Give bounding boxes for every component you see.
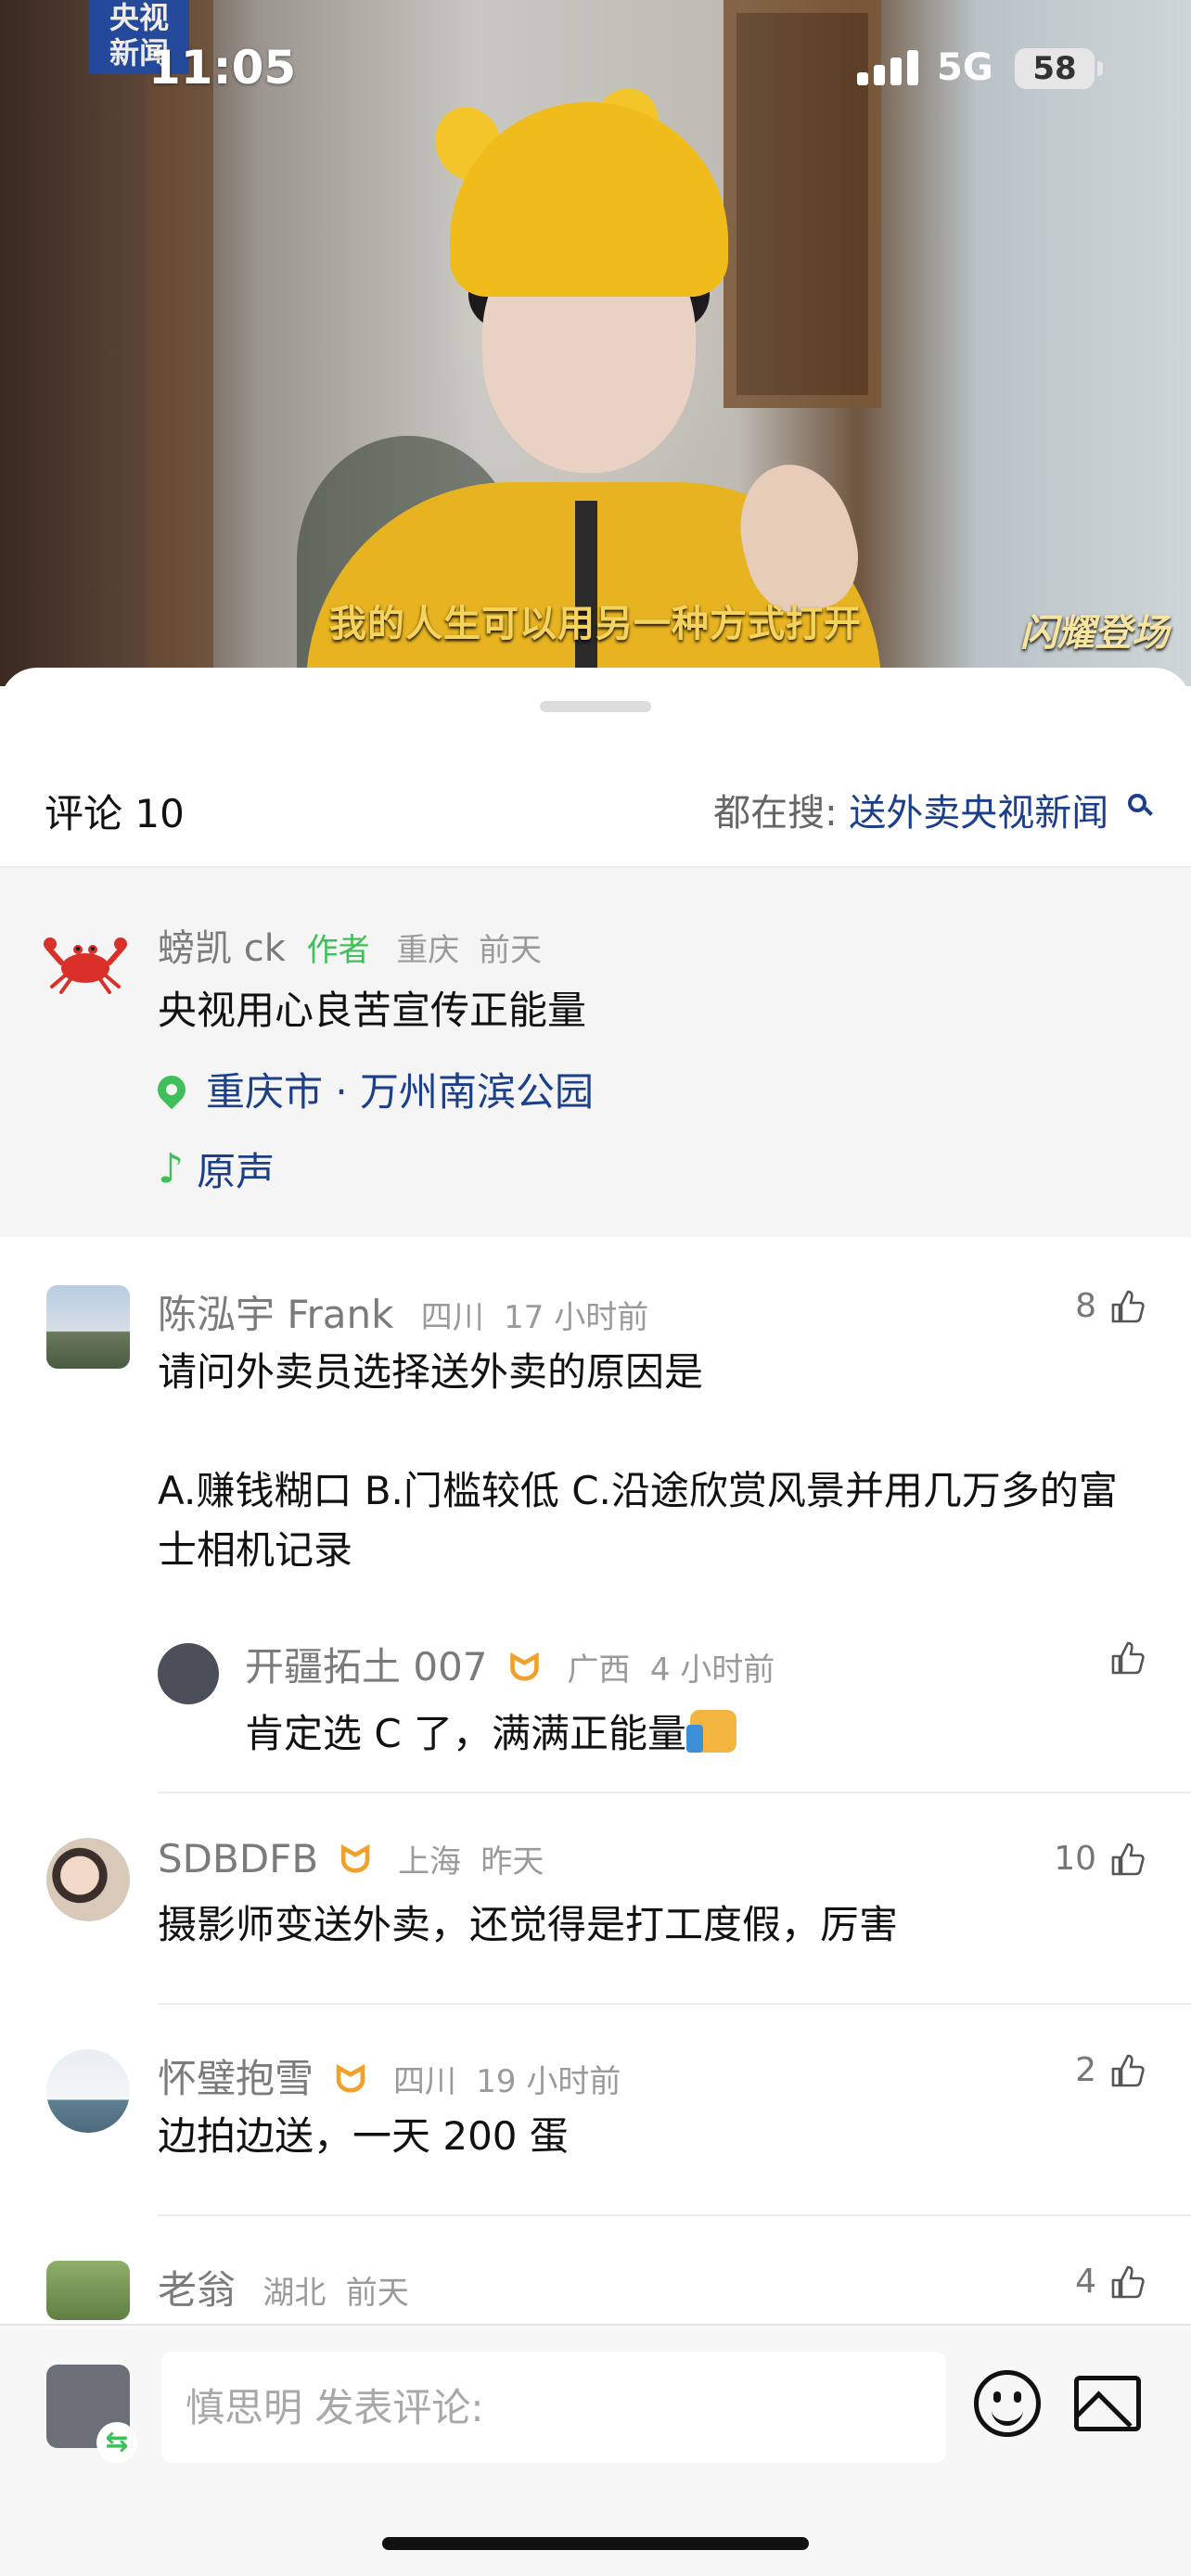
comment-text: 边拍边送，一天 200 蛋 [158, 2113, 569, 2159]
author-meta: 螃凯 ck 作者 重庆 前天 [158, 918, 542, 972]
like-count: 8 [1075, 1287, 1096, 1325]
location-pin-icon [151, 1069, 192, 1109]
reply-region: 广西 [567, 1651, 631, 1689]
commenter-name[interactable]: 陈泓宇 Frank [158, 1292, 393, 1337]
music-link[interactable]: ♪ 原声 [158, 1141, 275, 1197]
cellular-signal-icon [857, 48, 922, 85]
comments-sheet: 评论 10 都在搜: 送外卖央视新闻 螃凯 ck 作者 重庆 前天 央视用心良苦… [0, 668, 1191, 2576]
crab-avatar[interactable] [43, 916, 128, 1001]
author-text: 央视用心良苦宣传正能量 [158, 988, 587, 1033]
author-badge: 作者 [306, 932, 370, 969]
comment-time: 前天 [345, 2275, 409, 2312]
location-link[interactable]: 重庆市 · 万州南滨公园 [151, 1061, 595, 1117]
thumbs-up-icon [1111, 1290, 1145, 1322]
image-icon[interactable] [1074, 2376, 1141, 2431]
video-player[interactable]: 央视 新闻 我的人生可以用另一种方式打开 闪耀登场 11:05 5G 58 [0, 0, 1191, 686]
author-time: 前天 [479, 932, 543, 969]
comment-time: 昨天 [480, 1843, 544, 1881]
vip-badge-icon: ᗢ [335, 2059, 366, 2101]
vip-badge-icon: ᗢ [339, 1839, 371, 1881]
thumbs-up-icon [1111, 1641, 1145, 1675]
avatar[interactable] [46, 1838, 130, 1921]
comment-meta: 怀璧抱雪 ᗢ 四川 19 小时前 [158, 2047, 621, 2104]
thumbs-up-icon [1111, 1843, 1145, 1875]
thumbs-up-emoji-icon [686, 1710, 737, 1753]
like-button[interactable]: 8 [1075, 1287, 1146, 1325]
comment-input[interactable] [161, 2352, 946, 2463]
location-label: 重庆市 · 万州南滨公园 [206, 1069, 595, 1115]
program-logo: 闪耀登场 [1020, 612, 1169, 655]
emoji-icon[interactable] [974, 2370, 1041, 2437]
sheet-drag-handle[interactable] [540, 701, 651, 712]
reply-text: 肯定选 C 了，满满正能量 [245, 1711, 687, 1756]
home-indicator[interactable] [382, 2537, 809, 2550]
like-count: 10 [1054, 1840, 1096, 1878]
comment-region: 四川 [392, 2063, 456, 2100]
avatar[interactable] [46, 2261, 130, 2320]
author-region: 重庆 [396, 932, 460, 969]
thumbs-up-icon [1111, 2265, 1145, 2298]
battery-icon: 58 [1015, 48, 1103, 89]
like-button[interactable]: 10 [1054, 1840, 1146, 1878]
like-count: 4 [1075, 2263, 1096, 2301]
avatar[interactable] [46, 1285, 130, 1369]
comment-region: 四川 [420, 1299, 484, 1336]
divider [158, 2214, 1191, 2216]
comment-text-options: A.赚钱糊口 B.门槛较低 C.沿途欣赏风景并用几万多的富士相机记录 [158, 1468, 1118, 1573]
reply-text-row: 肯定选 C 了，满满正能量 [245, 1702, 737, 1759]
avatar[interactable] [46, 2049, 130, 2133]
switch-account-icon[interactable]: ⇆ [96, 2422, 137, 2463]
search-icon[interactable] [1128, 794, 1146, 812]
network-type: 5G [937, 46, 993, 89]
video-background [148, 0, 213, 686]
video-subtitle: 我的人生可以用另一种方式打开 [329, 603, 862, 645]
reply-avatar[interactable] [158, 1643, 219, 1704]
comment-region: 湖北 [263, 2275, 327, 2312]
status-time: 11:05 [148, 41, 297, 95]
commenter-name[interactable]: 老翁 [158, 2267, 236, 2313]
like-button[interactable]: 4 [1075, 2263, 1146, 2301]
commenter-name[interactable]: SDBDFB [158, 1836, 318, 1881]
reply-meta: 开疆拓土 007 ᗢ 广西 4 小时前 [245, 1636, 775, 1692]
comment-text: 摄影师变送外卖，还觉得是打工度假，厉害 [158, 1902, 899, 1947]
divider [158, 1792, 1191, 1793]
trending-search[interactable]: 都在搜: 送外卖央视新闻 [713, 783, 1146, 836]
like-count: 2 [1075, 2051, 1096, 2089]
comment-text: 请问外卖员选择送外卖的原因是 [158, 1349, 704, 1395]
author-post: 螃凯 ck 作者 重庆 前天 央视用心良苦宣传正能量 重庆市 · 万州南滨公园 … [0, 868, 1191, 1237]
divider [158, 2003, 1191, 2005]
like-button[interactable] [1096, 1639, 1146, 1677]
comments-count: 评论 10 [45, 791, 185, 836]
author-name[interactable]: 螃凯 ck [158, 927, 286, 970]
comment-meta: SDBDFB ᗢ 上海 昨天 [158, 1836, 544, 1881]
comment-meta: 老翁 湖北 前天 [158, 2259, 409, 2315]
vip-badge-icon: ᗢ [508, 1647, 541, 1690]
like-button[interactable]: 2 [1075, 2051, 1146, 2089]
comments-header: 评论 10 都在搜: 送外卖央视新闻 [0, 759, 1191, 870]
music-note-icon: ♪ [158, 1145, 185, 1192]
comment-time: 17 小时前 [504, 1299, 649, 1336]
comment-time: 19 小时前 [476, 2063, 621, 2100]
search-prefix: 都在搜: [713, 792, 838, 835]
comment-region: 上海 [398, 1843, 462, 1881]
thumbs-up-icon [1111, 2054, 1145, 2086]
comment-meta: 陈泓宇 Frank 四川 17 小时前 [158, 1283, 648, 1340]
reply-name[interactable]: 开疆拓土 007 [245, 1644, 488, 1690]
reply-time: 4 小时前 [649, 1651, 775, 1689]
search-term-link[interactable]: 送外卖央视新闻 [849, 792, 1108, 835]
music-label: 原声 [197, 1149, 275, 1194]
commenter-name[interactable]: 怀璧抱雪 [158, 2056, 314, 2101]
